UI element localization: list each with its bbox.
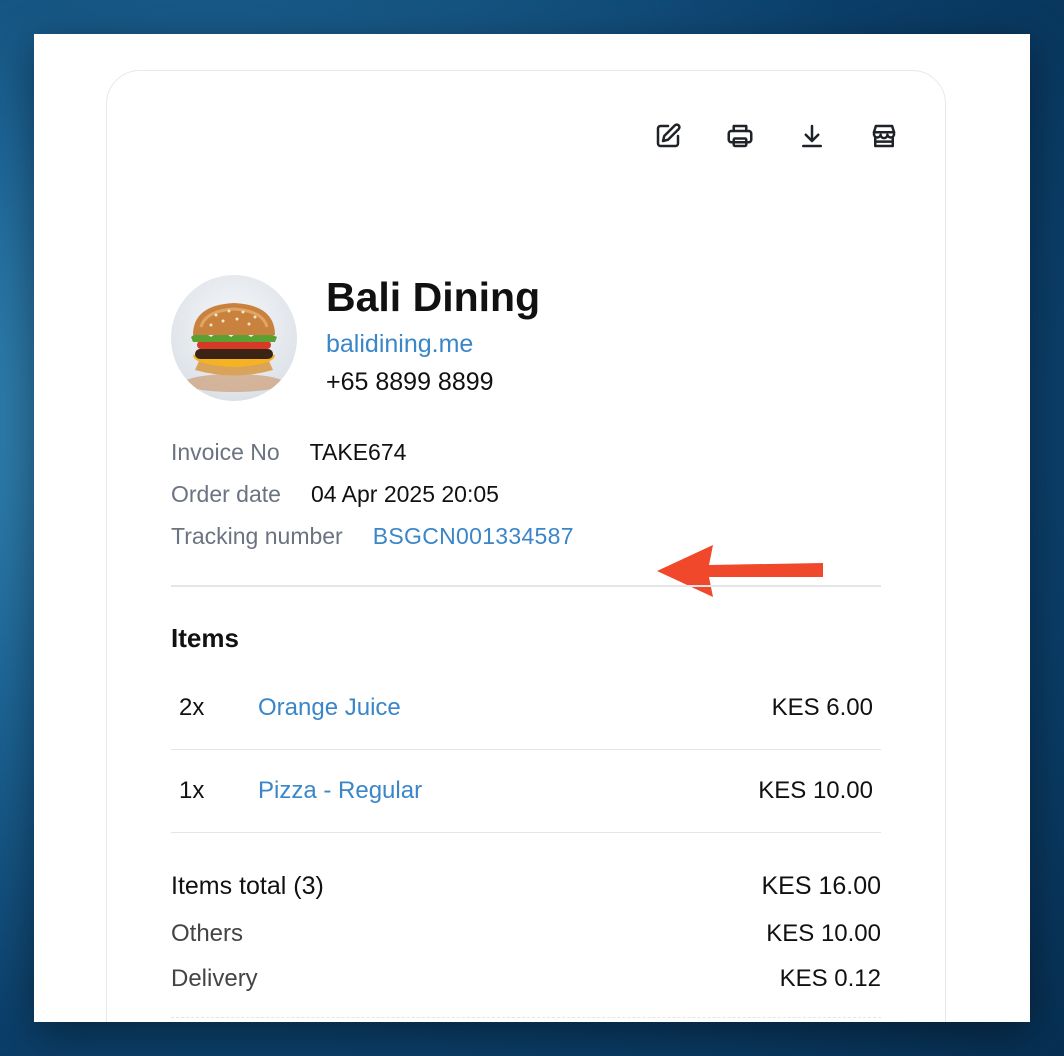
edit-button[interactable] bbox=[651, 119, 685, 153]
invoice-no-row: Invoice No TAKE674 bbox=[171, 431, 574, 473]
totals-summary: Items total (3) KES 16.00 Others KES 10.… bbox=[171, 861, 881, 1001]
tracking-number-row: Tracking number BSGCN001334587 bbox=[171, 515, 574, 557]
item-price: KES 6.00 bbox=[771, 694, 873, 721]
items-list: 2x Orange Juice KES 6.00 1x Pizza - Regu… bbox=[171, 667, 881, 833]
invoice-card: Bali Dining balidining.me +65 8899 8899 … bbox=[106, 70, 946, 1022]
delivery-row: Delivery KES 0.12 bbox=[171, 956, 881, 1001]
totals-divider bbox=[171, 1017, 881, 1018]
items-total-value: KES 16.00 bbox=[761, 871, 881, 900]
others-value: KES 10.00 bbox=[766, 919, 881, 947]
store-name: Bali Dining bbox=[326, 274, 541, 320]
window-frame: Bali Dining balidining.me +65 8899 8899 … bbox=[34, 34, 1030, 1022]
store-website-link[interactable]: balidining.me bbox=[326, 325, 540, 363]
others-row: Others KES 10.00 bbox=[171, 911, 881, 956]
section-divider bbox=[171, 585, 881, 587]
store-header: Bali Dining balidining.me +65 8899 8899 bbox=[171, 274, 540, 401]
tracking-number-label: Tracking number bbox=[171, 522, 343, 549]
invoice-no-value: TAKE674 bbox=[309, 438, 407, 465]
order-date-row: Order date 04 Apr 2025 20:05 bbox=[171, 473, 574, 515]
items-section-title: Items bbox=[171, 623, 239, 653]
annotation-arrow-icon bbox=[657, 545, 823, 597]
item-qty: 1x bbox=[179, 777, 205, 804]
item-row: 1x Pizza - Regular KES 10.00 bbox=[171, 750, 881, 833]
delivery-value: KES 0.12 bbox=[779, 964, 881, 992]
download-icon bbox=[802, 124, 822, 148]
items-total-row: Items total (3) KES 16.00 bbox=[171, 861, 881, 911]
invoice-meta: Invoice No TAKE674 Order date 04 Apr 202… bbox=[171, 431, 574, 557]
item-name-link[interactable]: Orange Juice bbox=[258, 694, 772, 722]
invoice-no-label: Invoice No bbox=[171, 438, 280, 465]
store-phone: +65 8899 8899 bbox=[326, 368, 494, 396]
printer-icon bbox=[727, 124, 753, 148]
store-button[interactable] bbox=[867, 119, 901, 153]
order-date-value: 04 Apr 2025 20:05 bbox=[310, 480, 499, 507]
items-total-label: Items total (3) bbox=[171, 871, 324, 900]
print-button[interactable] bbox=[723, 119, 757, 153]
tracking-number-link[interactable]: BSGCN001334587 bbox=[373, 523, 574, 550]
item-name-link[interactable]: Pizza - Regular bbox=[258, 777, 758, 805]
invoice-toolbar bbox=[651, 119, 901, 153]
item-price: KES 10.00 bbox=[758, 777, 873, 804]
store-info: Bali Dining balidining.me +65 8899 8899 bbox=[326, 271, 540, 401]
delivery-label: Delivery bbox=[171, 964, 258, 992]
store-icon bbox=[872, 124, 896, 148]
order-date-label: Order date bbox=[171, 480, 281, 507]
store-logo bbox=[171, 275, 297, 401]
download-button[interactable] bbox=[795, 119, 829, 153]
burger-icon bbox=[184, 303, 284, 392]
item-row: 2x Orange Juice KES 6.00 bbox=[171, 667, 881, 750]
edit-icon bbox=[656, 123, 681, 148]
others-label: Others bbox=[171, 919, 244, 947]
item-qty: 2x bbox=[179, 694, 205, 721]
